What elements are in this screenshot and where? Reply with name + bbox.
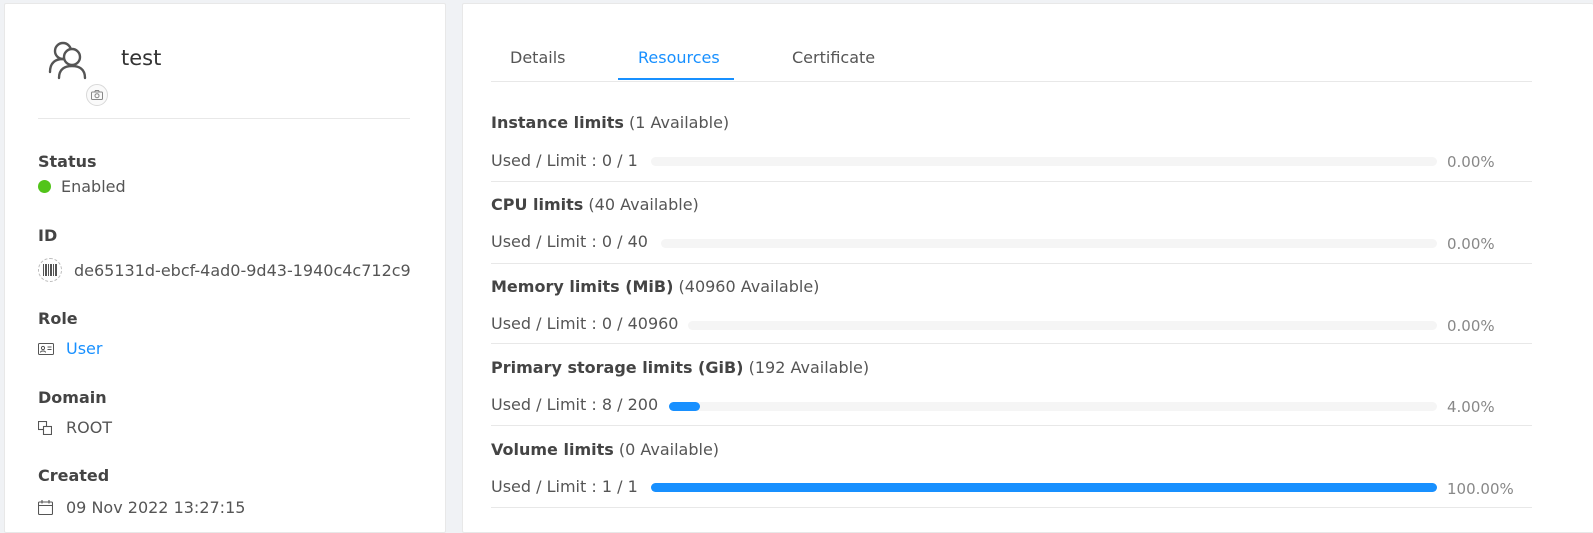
resource-title: Memory limits (MiB) (40960 Available) <box>491 277 820 296</box>
resource-used: Used / Limit : 0 / 1 <box>491 151 638 170</box>
calendar-icon <box>38 500 53 515</box>
camera-icon[interactable] <box>86 84 108 106</box>
resource-progress-fill <box>669 402 700 411</box>
resource-percent: 100.00% <box>1447 480 1514 498</box>
role-value: User <box>38 339 102 358</box>
tab-bar: Details Resources Certificate <box>491 40 1532 82</box>
resource-progress <box>669 402 1437 411</box>
tab-details[interactable]: Details <box>510 48 565 67</box>
domain-text: ROOT <box>66 418 113 437</box>
created-value: 09 Nov 2022 13:27:15 <box>38 498 245 517</box>
block-icon <box>38 420 52 435</box>
tab-certificate[interactable]: Certificate <box>792 48 875 67</box>
role-label: Role <box>38 309 78 328</box>
resource-title: CPU limits (40 Available) <box>491 195 699 214</box>
divider <box>491 507 1532 508</box>
resource-title: Primary storage limits (GiB) (192 Availa… <box>491 358 870 377</box>
resource-used: Used / Limit : 0 / 40 <box>491 232 648 251</box>
id-label: ID <box>38 226 58 245</box>
divider <box>491 425 1532 426</box>
active-tab-indicator <box>618 78 734 80</box>
resource-progress-fill <box>651 483 1437 492</box>
resource-title: Instance limits (1 Available) <box>491 113 730 132</box>
barcode-icon[interactable] <box>38 258 62 282</box>
tab-resources[interactable]: Resources <box>638 48 720 67</box>
divider <box>491 181 1532 182</box>
domain-label: Domain <box>38 388 107 407</box>
users-icon <box>46 38 90 82</box>
created-label: Created <box>38 466 110 485</box>
resource-progress <box>651 157 1437 166</box>
resource-progress <box>651 483 1437 492</box>
status-label: Status <box>38 152 97 171</box>
domain-value: ROOT <box>38 418 112 437</box>
id-value: de65131d-ebcf-4ad0-9d43-1940c4c712c9 <box>38 258 411 282</box>
resource-percent: 0.00% <box>1447 317 1495 335</box>
resource-used: Used / Limit : 0 / 40960 <box>491 314 679 333</box>
resource-percent: 0.00% <box>1447 235 1495 253</box>
divider <box>491 263 1532 264</box>
created-text: 09 Nov 2022 13:27:15 <box>66 498 246 517</box>
status-text: Enabled <box>61 177 126 196</box>
account-name: test <box>121 46 162 70</box>
id-card-icon <box>38 342 54 355</box>
status-value: Enabled <box>38 177 126 196</box>
resource-title: Volume limits (0 Available) <box>491 440 720 459</box>
divider <box>491 343 1532 344</box>
divider <box>38 118 410 119</box>
resource-percent: 4.00% <box>1447 398 1495 416</box>
resource-progress <box>661 239 1437 248</box>
resource-progress <box>688 321 1437 330</box>
resource-percent: 0.00% <box>1447 153 1495 171</box>
role-link[interactable]: User <box>66 339 102 358</box>
status-dot <box>38 180 51 193</box>
resource-used: Used / Limit : 8 / 200 <box>491 395 659 414</box>
id-text: de65131d-ebcf-4ad0-9d43-1940c4c712c9 <box>74 260 411 280</box>
resource-used: Used / Limit : 1 / 1 <box>491 477 638 496</box>
